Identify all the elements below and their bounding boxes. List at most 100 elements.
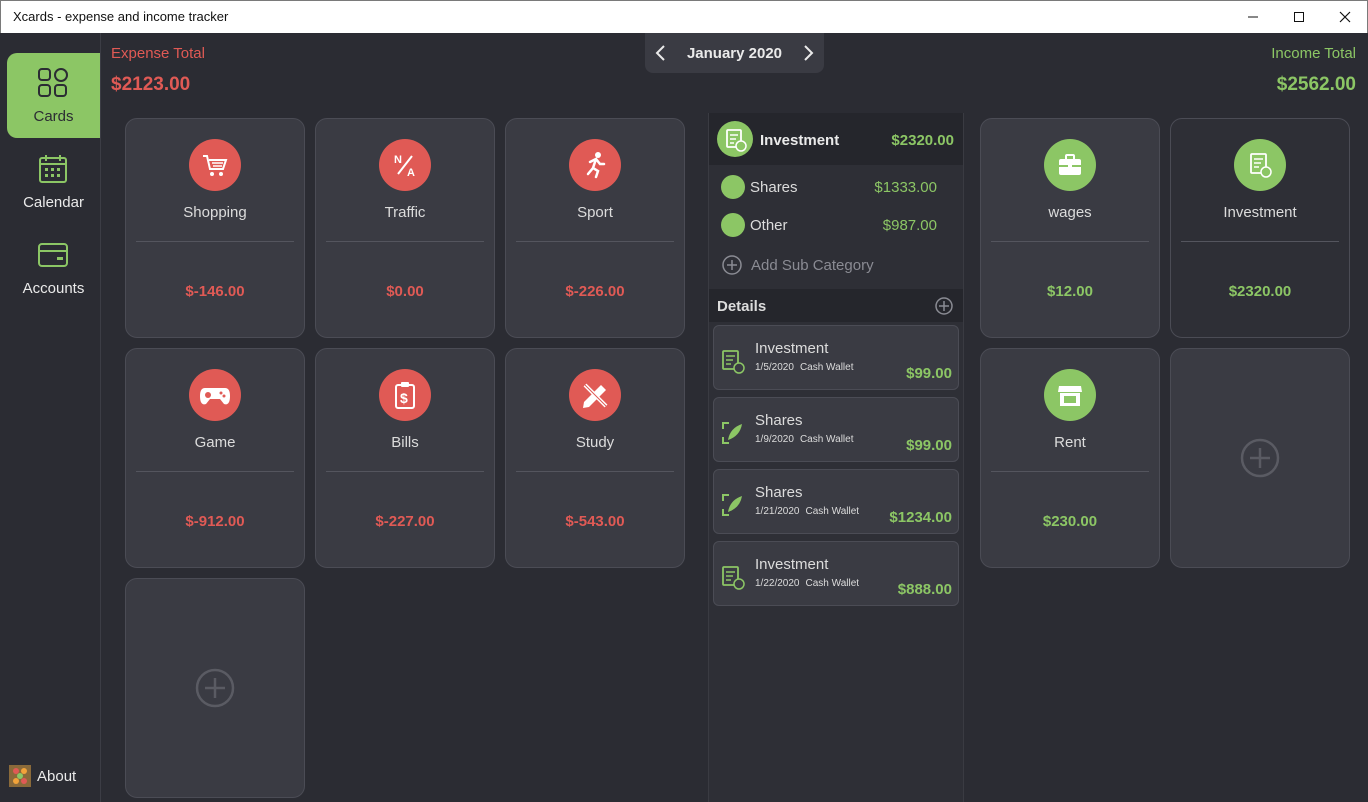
briefcase-icon — [1044, 139, 1096, 191]
divider — [136, 471, 294, 472]
svg-text:A: A — [407, 167, 415, 179]
expense-card-traffic[interactable]: NA Traffic $0.00 — [315, 118, 495, 338]
card-name: Game — [194, 434, 236, 451]
sidebar-item-label: Cards — [33, 108, 74, 125]
title-bar: Xcards - expense and income tracker — [0, 0, 1368, 33]
sidebar: Cards Calendar Accounts About — [0, 33, 101, 802]
entry-amount: $1234.00 — [889, 509, 952, 526]
plus-circle-icon — [1240, 438, 1280, 478]
entry-amount: $99.00 — [906, 437, 952, 454]
add-expense-card-button[interactable] — [125, 578, 305, 798]
subcategory-amount: $1333.00 — [874, 179, 937, 196]
plus-circle-icon — [722, 255, 742, 275]
expense-card-game[interactable]: Game $-912.00 — [125, 348, 305, 568]
subcategory-name: Other — [750, 217, 788, 234]
sidebar-item-accounts[interactable]: Accounts — [7, 225, 100, 310]
divider — [516, 471, 674, 472]
divider — [1181, 241, 1339, 242]
shares-icon — [721, 175, 745, 199]
card-amount: $12.00 — [1047, 283, 1093, 300]
window-title: Xcards - expense and income tracker — [13, 9, 229, 24]
expense-card-shopping[interactable]: Shopping $-146.00 — [125, 118, 305, 338]
maximize-icon — [1294, 12, 1304, 22]
income-total-value: $2562.00 — [1276, 74, 1356, 95]
detail-entry[interactable]: Investment 1/22/2020 Cash Wallet $888.00 — [713, 541, 959, 606]
card-name: wages — [1048, 204, 1092, 221]
income-card-investment[interactable]: Investment $2320.00 — [1170, 118, 1350, 338]
category-header[interactable]: Investment $2320.00 — [709, 113, 963, 165]
na-icon: NA — [379, 139, 431, 191]
pencil-ruler-icon — [569, 369, 621, 421]
about-label: About — [37, 767, 77, 785]
shares-icon — [722, 494, 742, 516]
subcategory-item[interactable]: Shares $1333.00 — [721, 173, 951, 201]
sidebar-item-cards[interactable]: Cards — [7, 53, 100, 138]
divider — [516, 241, 674, 242]
calendar-icon — [39, 155, 67, 183]
detail-entry[interactable]: Shares 1/21/2020 Cash Wallet $1234.00 — [713, 469, 959, 534]
wallet-card-icon — [38, 243, 68, 267]
sidebar-item-calendar[interactable]: Calendar — [7, 139, 100, 224]
entry-wallet: Cash Wallet — [799, 362, 854, 373]
income-card-rent[interactable]: Rent $230.00 — [980, 348, 1160, 568]
shares-icon — [722, 422, 742, 444]
sidebar-item-label: Calendar — [23, 194, 84, 211]
entry-amount: $888.00 — [897, 581, 952, 598]
entry-wallet: Cash Wallet — [805, 578, 860, 589]
card-amount: $-543.00 — [565, 513, 625, 530]
subcategory-name: Shares — [750, 179, 798, 196]
divider — [326, 471, 484, 472]
entry-name: Shares — [755, 412, 803, 429]
minimize-button[interactable] — [1230, 1, 1276, 33]
entry-date: 1/9/2020 — [755, 434, 794, 445]
investment-icon — [722, 566, 745, 590]
next-month-button[interactable] — [798, 43, 818, 63]
expense-total-value: $2123.00 — [111, 74, 191, 95]
entry-meta: 1/9/2020 Cash Wallet — [755, 434, 859, 445]
card-name: Rent — [1054, 434, 1086, 451]
card-amount: $-912.00 — [185, 513, 245, 530]
card-amount: $230.00 — [1042, 513, 1098, 530]
sidebar-item-label: Accounts — [22, 280, 85, 297]
income-total-label: Income Total — [1271, 45, 1356, 62]
card-amount: $0.00 — [386, 283, 424, 300]
bill-icon: $ — [379, 369, 431, 421]
entry-date: 1/22/2020 — [755, 578, 800, 589]
gamepad-icon — [189, 369, 241, 421]
entry-wallet: Cash Wallet — [799, 434, 854, 445]
about-button[interactable]: About — [9, 765, 76, 787]
minimize-icon — [1248, 16, 1258, 18]
subcategory-item[interactable]: Other $987.00 — [721, 211, 951, 239]
shopping-cart-icon — [189, 139, 241, 191]
add-subcategory-label: Add Sub Category — [751, 256, 874, 274]
plus-circle-icon — [935, 297, 953, 315]
income-card-wages[interactable]: wages $12.00 — [980, 118, 1160, 338]
card-name: Investment — [1223, 204, 1297, 221]
card-amount: $-227.00 — [375, 513, 435, 530]
svg-text:N: N — [394, 154, 402, 166]
percent-icon — [721, 213, 745, 237]
details-section-header: Details — [709, 289, 963, 322]
maximize-button[interactable] — [1276, 1, 1322, 33]
add-income-card-button[interactable] — [1170, 348, 1350, 568]
expense-card-study[interactable]: Study $-543.00 — [505, 348, 685, 568]
card-name: Traffic — [384, 204, 426, 221]
detail-entry[interactable]: Shares 1/9/2020 Cash Wallet $99.00 — [713, 397, 959, 462]
detail-entry[interactable]: Investment 1/5/2020 Cash Wallet $99.00 — [713, 325, 959, 390]
expense-card-bills[interactable]: $ Bills $-227.00 — [315, 348, 495, 568]
close-button[interactable] — [1322, 1, 1368, 33]
category-total: $2320.00 — [891, 132, 954, 149]
entry-name: Shares — [755, 484, 803, 501]
subcategory-amount: $987.00 — [882, 217, 937, 234]
chevron-right-icon — [804, 45, 814, 61]
divider — [136, 241, 294, 242]
expense-card-sport[interactable]: Sport $-226.00 — [505, 118, 685, 338]
svg-text:$: $ — [400, 390, 408, 406]
add-detail-button[interactable] — [934, 296, 954, 321]
investment-icon — [717, 121, 753, 157]
card-name: Shopping — [183, 204, 247, 221]
investment-icon — [1234, 139, 1286, 191]
add-subcategory-button[interactable]: Add Sub Category — [721, 254, 874, 276]
card-amount: $-146.00 — [185, 283, 245, 300]
close-icon — [1339, 11, 1351, 23]
